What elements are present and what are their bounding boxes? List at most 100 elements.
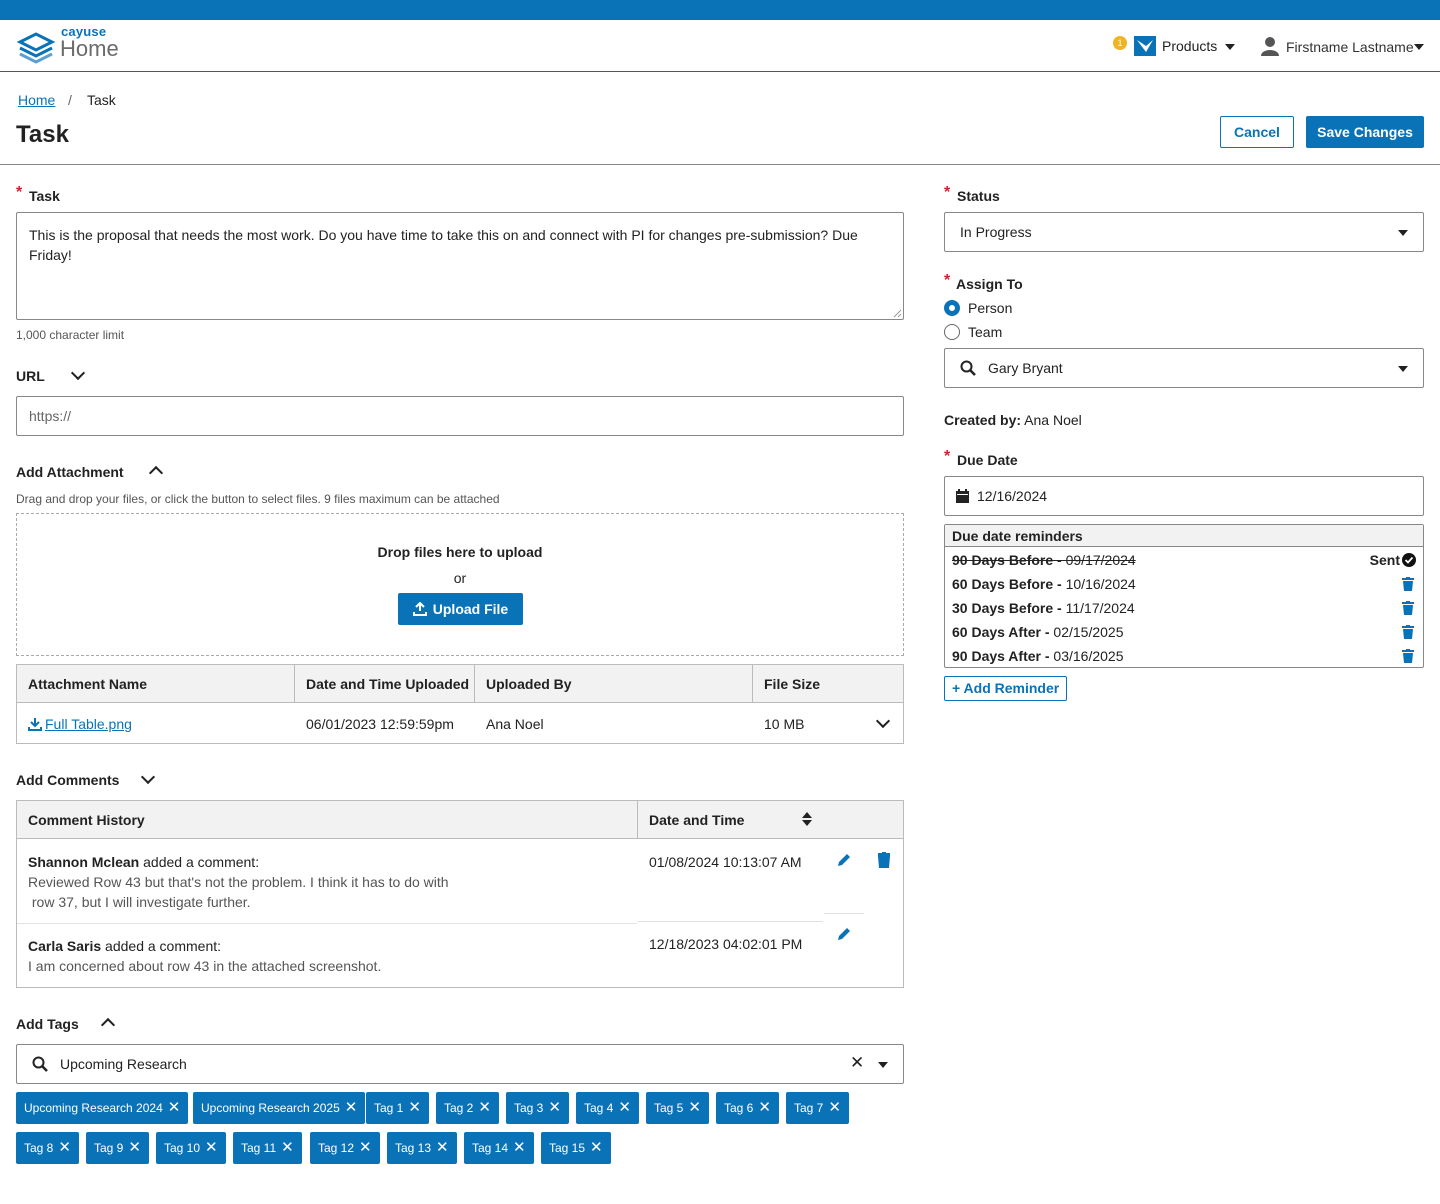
tag-chip[interactable]: Tag 14 ✕	[464, 1132, 534, 1164]
column-header[interactable]: Attachment Name	[28, 676, 147, 692]
delete-trash-icon[interactable]	[1402, 577, 1414, 591]
products-caret-icon[interactable]	[1225, 44, 1235, 50]
tag-chip[interactable]: Tag 13 ✕	[387, 1132, 457, 1164]
reminder-row: 60 Days After - 02/15/2025	[952, 624, 1416, 640]
add-reminder-button[interactable]: + Add Reminder	[944, 676, 1068, 701]
tag-chip[interactable]: Tag 2 ✕	[436, 1092, 499, 1124]
created-by-value: Ana Noel	[1024, 412, 1082, 428]
top-accent-bar	[0, 0, 1440, 20]
tag-chip[interactable]: Tag 5 ✕	[646, 1092, 709, 1124]
radio-person[interactable]	[944, 300, 960, 316]
products-menu[interactable]: Products	[1162, 38, 1217, 54]
edit-pencil-icon[interactable]	[836, 852, 852, 868]
url-chevron-down-icon[interactable]	[70, 365, 86, 381]
tag-label: Tag 10	[164, 1141, 201, 1155]
products-icon[interactable]	[1134, 36, 1156, 56]
tag-chip[interactable]: Tag 12 ✕	[310, 1132, 380, 1164]
tag-remove-icon[interactable]: ✕	[281, 1139, 294, 1156]
required-marker: *	[944, 272, 951, 289]
delete-trash-icon[interactable]	[877, 852, 891, 868]
comment-author: Carla Saris	[28, 938, 102, 954]
tag-remove-icon[interactable]: ✕	[513, 1139, 526, 1156]
reminders-title: Due date reminders	[952, 528, 1083, 544]
status-select[interactable]: In Progress	[944, 212, 1424, 252]
tag-chip[interactable]: Tag 8 ✕	[16, 1132, 79, 1164]
tag-remove-icon[interactable]: ✕	[758, 1099, 771, 1116]
tag-remove-icon[interactable]: ✕	[590, 1139, 603, 1156]
column-header[interactable]: Date and Time Uploaded	[306, 676, 469, 692]
tag-chip[interactable]: Tag 6 ✕	[716, 1092, 779, 1124]
reminder-row: 30 Days Before - 11/17/2024	[952, 600, 1416, 616]
user-icon[interactable]	[1260, 36, 1280, 56]
sort-icon[interactable]	[802, 812, 812, 826]
tag-chip[interactable]: Tag 1 ✕	[366, 1092, 429, 1124]
cayuse-logo-icon[interactable]	[16, 28, 56, 64]
clear-icon[interactable]: ✕	[850, 1053, 864, 1073]
tag-remove-icon[interactable]: ✕	[478, 1099, 491, 1116]
column-header[interactable]: File Size	[764, 676, 820, 692]
tag-label: Tag 6	[724, 1101, 754, 1115]
assignee-caret-icon[interactable]	[1398, 366, 1408, 372]
tag-remove-icon[interactable]: ✕	[168, 1099, 181, 1116]
comments-chevron-down-icon[interactable]	[140, 769, 156, 785]
tag-chip[interactable]: Tag 15 ✕	[541, 1132, 611, 1164]
required-marker: *	[16, 184, 23, 201]
tags-chevron-up-icon[interactable]	[100, 1017, 116, 1033]
tag-remove-icon[interactable]: ✕	[688, 1099, 701, 1116]
tag-remove-icon[interactable]: ✕	[436, 1139, 449, 1156]
tag-remove-icon[interactable]: ✕	[345, 1099, 358, 1116]
tag-label: Tag 5	[654, 1101, 684, 1115]
tag-remove-icon[interactable]: ✕	[618, 1099, 631, 1116]
tag-label: Tag 13	[395, 1141, 432, 1155]
reminder-label: 60 Days Before -	[952, 576, 1066, 592]
breadcrumb-home[interactable]: Home	[18, 92, 55, 108]
edit-pencil-icon[interactable]	[836, 926, 852, 942]
app-header: cayuse Home 1 Products Firstname Lastnam…	[0, 20, 1440, 72]
tag-chip[interactable]: Tag 11 ✕	[233, 1132, 302, 1164]
tag-chip[interactable]: Tag 3 ✕	[506, 1092, 569, 1124]
tag-chip[interactable]: Tag 7 ✕	[786, 1092, 849, 1124]
tag-chip[interactable]: Tag 4 ✕	[576, 1092, 639, 1124]
attachment-label: Add Attachment	[16, 464, 124, 480]
reminder-label: 90 Days After -	[952, 648, 1054, 664]
attachment-file-link[interactable]: Full Table.png	[45, 716, 132, 732]
save-changes-button[interactable]: Save Changes	[1306, 116, 1424, 148]
tag-remove-icon[interactable]: ✕	[548, 1099, 561, 1116]
column-header[interactable]: Uploaded By	[486, 676, 572, 692]
tag-remove-icon[interactable]: ✕	[408, 1099, 421, 1116]
tag-chip[interactable]: Tag 10 ✕	[156, 1132, 226, 1164]
comment-date: 12/18/2023 04:02:01 PM	[649, 936, 803, 952]
tag-chip[interactable]: Tag 9 ✕	[86, 1132, 149, 1164]
delete-trash-icon[interactable]	[1402, 601, 1414, 615]
tag-remove-icon[interactable]: ✕	[205, 1139, 218, 1156]
tag-chip[interactable]: Upcoming Research 2024 ✕	[16, 1092, 189, 1124]
radio-team[interactable]	[944, 324, 960, 340]
tag-remove-icon[interactable]: ✕	[828, 1099, 841, 1116]
attachment-chevron-up-icon[interactable]	[148, 465, 164, 481]
cancel-button[interactable]: Cancel	[1220, 116, 1294, 148]
user-caret-icon[interactable]	[1414, 44, 1424, 50]
upload-file-button[interactable]: Upload File	[398, 593, 523, 625]
tag-remove-icon[interactable]: ✕	[128, 1139, 141, 1156]
download-icon[interactable]	[28, 717, 42, 731]
search-icon	[32, 1056, 48, 1072]
url-input[interactable]: https://	[16, 396, 904, 436]
delete-trash-icon[interactable]	[1402, 649, 1414, 663]
tag-chip[interactable]: Upcoming Research 2025 ✕	[193, 1092, 366, 1124]
comment-heading: Carla Saris added a comment:	[28, 938, 221, 954]
brand-home[interactable]: Home	[60, 36, 119, 62]
notification-badge[interactable]: 1	[1113, 36, 1127, 50]
resize-handle-icon[interactable]	[892, 308, 902, 318]
calendar-icon[interactable]	[956, 489, 969, 503]
status-caret-icon[interactable]	[1398, 230, 1408, 236]
radio-team-label[interactable]: Team	[968, 324, 1002, 340]
task-textarea[interactable]: This is the proposal that needs the most…	[16, 212, 904, 320]
tag-remove-icon[interactable]: ✕	[359, 1139, 372, 1156]
column-header[interactable]: Date and Time	[649, 812, 744, 828]
tags-caret-icon[interactable]	[878, 1062, 888, 1068]
tag-remove-icon[interactable]: ✕	[58, 1139, 71, 1156]
status-label: Status	[957, 188, 1000, 204]
user-menu[interactable]: Firstname Lastname	[1286, 39, 1414, 55]
delete-trash-icon[interactable]	[1402, 625, 1414, 639]
radio-person-label[interactable]: Person	[968, 300, 1012, 316]
